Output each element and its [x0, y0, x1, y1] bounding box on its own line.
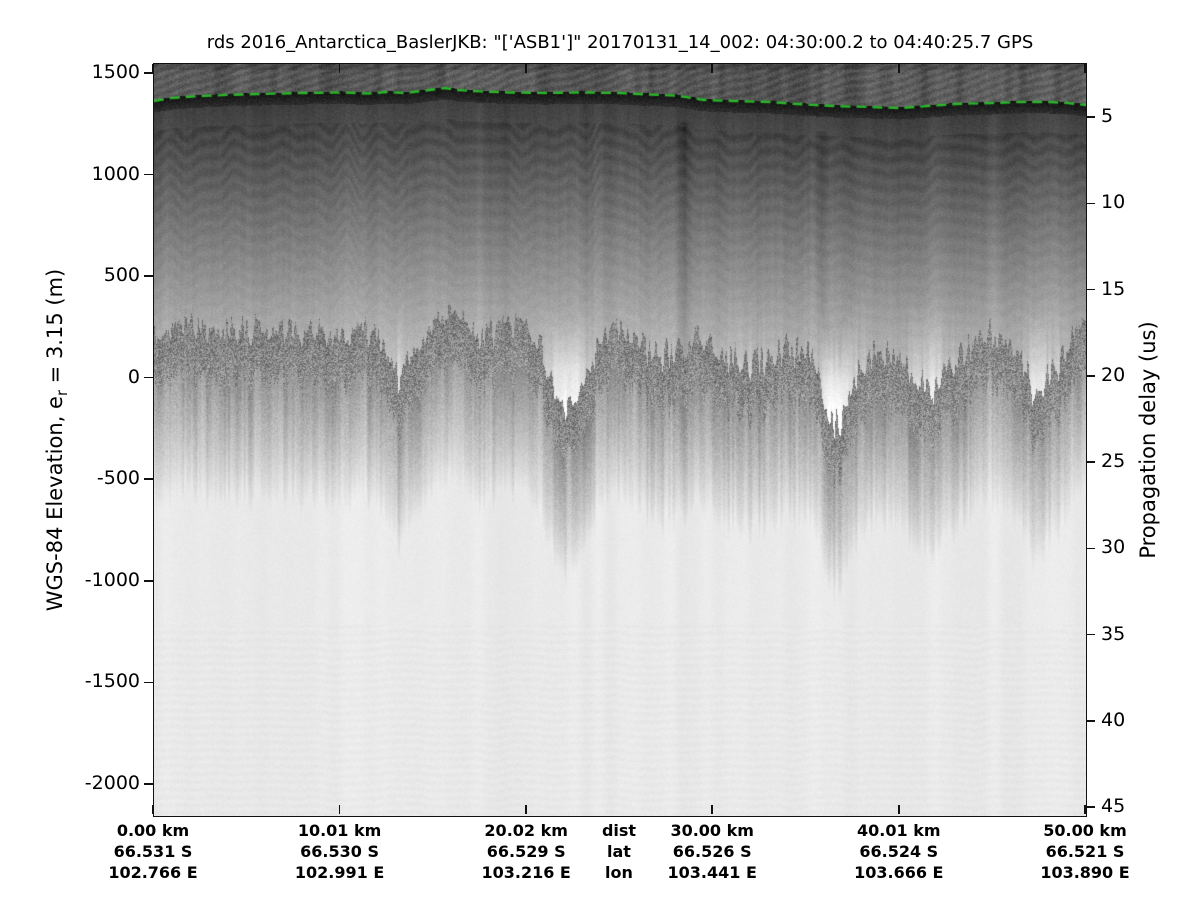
x-tick-label-column: 0.00 km 66.531 S 102.766 E	[108, 820, 197, 883]
x-axis-top-tick	[898, 64, 900, 73]
y-axis-right-tick	[1086, 288, 1095, 291]
y-axis-right-tick	[1086, 116, 1095, 118]
figure-title: rds 2016_Antarctica_BaslerJKB: "['ASB1']…	[206, 32, 1034, 53]
y-axis-right-tick-label: 20	[1101, 363, 1126, 386]
y-axis-right-tick	[1086, 461, 1095, 463]
x-axis-bottom-tick	[152, 805, 154, 814]
y-axis-right-tick-label: 30	[1101, 536, 1126, 559]
y-axis-left-tick	[144, 173, 153, 176]
x-tick-lat: 66.530 S	[300, 842, 379, 861]
y-axis-left-label: WGS-84 Elevation, er = 3.15 (m)	[43, 269, 71, 611]
y-axis-right-tick-label: 25	[1101, 450, 1126, 473]
x-tick-lat: 66.526 S	[672, 842, 752, 861]
y-axis-left-tick	[144, 681, 153, 684]
x-tick-lon: 103.441 E	[667, 863, 757, 882]
x-tick-lat: 66.529 S	[486, 842, 566, 861]
x-tick-dist: 0.00 km	[116, 821, 190, 840]
x-tick-lon: 102.991 E	[294, 863, 385, 882]
x-tick-lon: 103.216 E	[481, 863, 571, 882]
y-axis-right-tick-label: 45	[1101, 795, 1126, 818]
x-tick-dist: 30.00 km	[670, 821, 754, 840]
x-tick-label-column: 30.00 km 66.526 S 103.441 E	[668, 820, 757, 883]
x-axis-top-tick	[1084, 64, 1086, 73]
y-axis-left-tick-label: -1000	[84, 568, 140, 591]
x-axis-top-tick	[711, 64, 713, 73]
x-axis-bottom-tick	[1084, 805, 1086, 814]
y-axis-right-tick-label: 15	[1101, 277, 1126, 300]
y-axis-left-tick	[144, 580, 153, 582]
echogram-figure: rds 2016_Antarctica_BaslerJKB: "['ASB1']…	[0, 0, 1200, 900]
x-axis-bottom-tick	[525, 805, 527, 814]
y-axis-left-tick	[144, 275, 153, 277]
y-axis-left-tick-label: -2000	[84, 772, 140, 795]
x-axis-bottom-tick	[898, 805, 900, 814]
y-axis-right-tick	[1086, 375, 1095, 377]
y-axis-left-tick	[144, 783, 153, 785]
x-tick-label-column: 40.01 km 66.524 S 103.666 E	[854, 820, 943, 883]
x-axis-header-lon: lon	[605, 863, 633, 882]
x-axis-header-column: dist lat lon	[602, 820, 636, 883]
y-axis-left-tick-label: 1000	[91, 162, 140, 185]
y-axis-right-tick	[1086, 547, 1095, 550]
x-axis-bottom-tick	[711, 805, 713, 814]
echogram-canvas	[154, 64, 1086, 816]
x-tick-lat: 66.524 S	[859, 842, 939, 861]
x-tick-dist: 50.00 km	[1043, 821, 1127, 840]
x-axis-header-dist: dist	[601, 821, 637, 840]
x-tick-label-column: 50.00 km 66.521 S 103.890 E	[1040, 820, 1129, 883]
x-tick-lon: 102.766 E	[108, 863, 198, 882]
y-left-label-sub: r	[54, 390, 72, 397]
y-axis-left-tick-label: -1500	[84, 670, 140, 693]
y-axis-left-tick	[144, 376, 153, 379]
y-axis-right-tick	[1086, 806, 1095, 808]
x-tick-lon: 103.666 E	[854, 863, 944, 882]
y-axis-left-tick-label: 500	[103, 264, 140, 287]
y-axis-right-tick-label: 10	[1101, 191, 1126, 214]
x-axis-bottom-tick	[338, 805, 341, 814]
y-axis-right-tick-label: 35	[1101, 622, 1126, 645]
y-axis-right-tick	[1086, 720, 1095, 722]
x-tick-dist: 20.02 km	[484, 821, 568, 840]
x-axis-top-tick	[152, 64, 154, 73]
x-tick-lon: 103.890 E	[1040, 863, 1130, 882]
y-axis-right-tick	[1086, 202, 1095, 204]
y-axis-left-tick-label: -500	[96, 467, 140, 490]
plot-area	[153, 63, 1087, 817]
x-tick-label-column: 20.02 km 66.529 S 103.216 E	[481, 820, 570, 883]
y-axis-left-tick-label: 1500	[91, 61, 140, 84]
x-axis-top-tick	[338, 64, 341, 73]
y-axis-left-tick	[144, 478, 153, 480]
y-axis-right-label: Propagation delay (us)	[1136, 321, 1160, 559]
x-tick-lat: 66.521 S	[1045, 842, 1125, 861]
y-axis-left-tick-label: 0	[127, 365, 140, 388]
x-tick-dist: 40.01 km	[857, 821, 941, 840]
y-axis-right-tick-label: 5	[1101, 105, 1114, 128]
x-tick-label-column: 10.01 km 66.530 S 102.991 E	[295, 820, 384, 883]
x-tick-dist: 10.01 km	[297, 821, 382, 840]
x-axis-header-lat: lat	[607, 842, 631, 861]
y-axis-right-tick	[1086, 633, 1095, 636]
y-axis-right-tick-label: 40	[1101, 708, 1126, 731]
x-tick-lat: 66.531 S	[113, 842, 193, 861]
x-axis-top-tick	[525, 64, 527, 73]
